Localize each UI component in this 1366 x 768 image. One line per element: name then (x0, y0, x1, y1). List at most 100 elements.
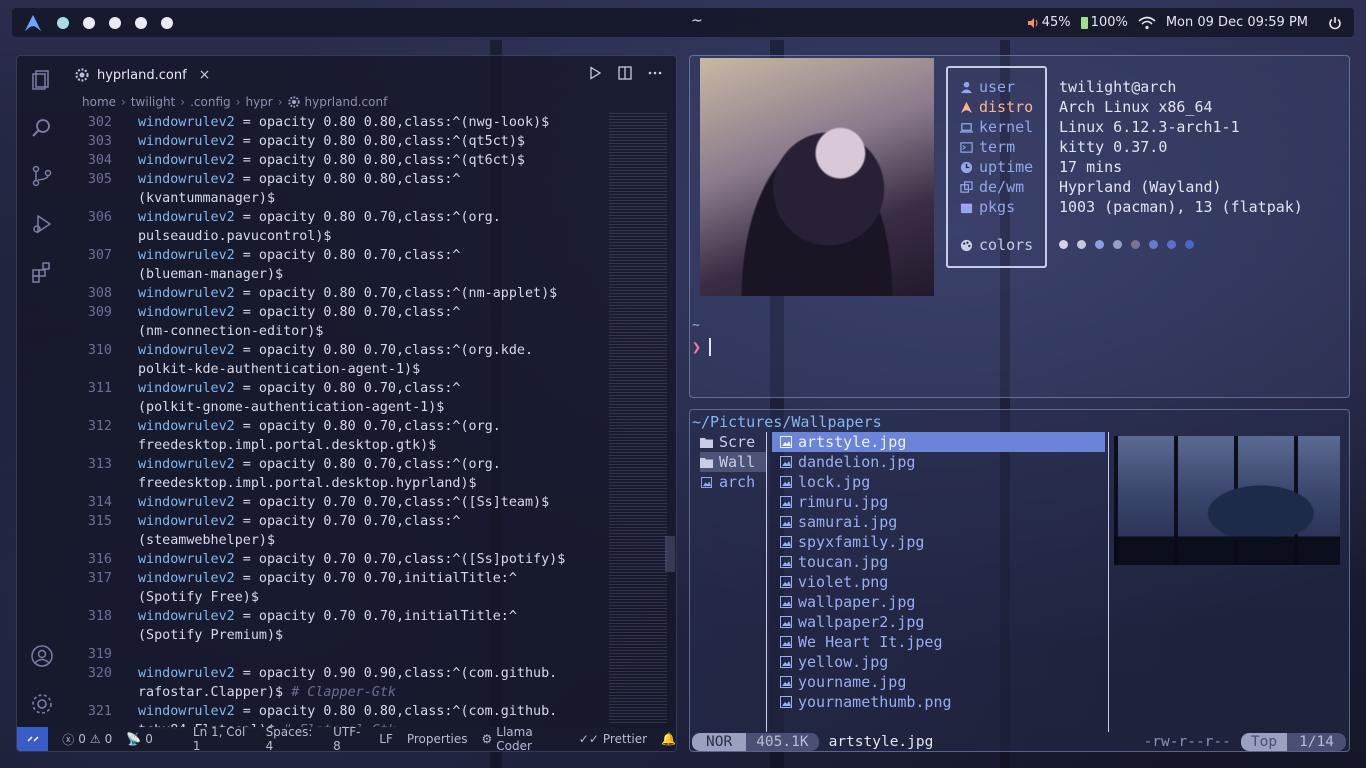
file-item[interactable]: samurai.jpg (772, 512, 1105, 532)
llama-coder-status[interactable]: ⚙ Llama Coder (482, 725, 565, 751)
parent-dir-item[interactable]: Scre (700, 432, 766, 452)
fastfetch-terminal[interactable]: user twilight@arch distro Arch Linux x86_64… (689, 55, 1350, 398)
line-number: 307 (87, 248, 112, 263)
ports-indicator[interactable]: 📡 0 (126, 732, 153, 746)
parent-item-name: Scre (719, 433, 756, 451)
code-line[interactable]: 313 windowrulev2 = opacity 0.80 0.70,clas… (67, 455, 607, 474)
file-item[interactable]: yournamethumb.png (772, 692, 1105, 712)
code-line[interactable]: 302 windowrulev2 = opacity 0.80 0.80,clas… (67, 113, 607, 132)
code-line[interactable]: 310 windowrulev2 = opacity 0.80 0.70,clas… (67, 341, 607, 360)
code-line[interactable]: 314 windowrulev2 = opacity 0.70 0.70,clas… (67, 493, 607, 512)
tab-hyprland-conf[interactable]: hyprland.conf × (75, 64, 210, 86)
wifi-icon[interactable] (1138, 16, 1156, 30)
workspace-dot[interactable] (161, 16, 173, 29)
code-line[interactable]: pulseaudio.pavucontrol)$ (67, 227, 607, 246)
image-file-icon (780, 576, 792, 588)
code-line[interactable]: 318 windowrulev2 = opacity 0.70 0.70,init… (67, 607, 607, 626)
file-item[interactable]: violet.png (772, 572, 1105, 592)
workspace-dot[interactable] (57, 16, 69, 29)
fastfetch-label-kernel: kernel (960, 118, 1033, 136)
code-line[interactable]: (Spotify Premium)$ (67, 626, 607, 645)
file-item[interactable]: wallpaper2.jpg (772, 612, 1105, 632)
file-item[interactable]: dandelion.jpg (772, 452, 1105, 472)
settings-gear-icon[interactable] (30, 692, 54, 716)
workspace-dot[interactable] (135, 16, 147, 29)
code-line[interactable]: 303 windowrulev2 = opacity 0.80 0.80,clas… (67, 132, 607, 151)
notifications-bell-icon[interactable]: 🔔 (661, 732, 676, 746)
scrollbar-thumb[interactable] (665, 536, 675, 572)
breadcrumb-item[interactable]: twilight (131, 95, 175, 109)
code-line[interactable]: (steamwebhelper)$ (67, 531, 607, 550)
file-item[interactable]: toucan.jpg (772, 552, 1105, 572)
breadcrumb-item[interactable]: .config (190, 95, 231, 109)
code-line[interactable]: 306 windowrulev2 = opacity 0.80 0.70,clas… (67, 208, 607, 227)
code-line[interactable]: freedesktop.impl.portal.desktop.hyprland… (67, 474, 607, 493)
code-line[interactable]: rafostar.Clapper)$ # Clapper-Gtk (67, 683, 607, 702)
parent-dir-item[interactable]: arch (700, 472, 766, 492)
volume-widget[interactable]: 45% (1027, 15, 1071, 30)
clock[interactable]: Mon 09 Dec 09:59 PM (1166, 15, 1308, 30)
battery-widget[interactable]: 100% (1080, 15, 1128, 30)
parent-dir-item[interactable]: Wall (700, 452, 766, 472)
file-item[interactable]: yourname.jpg (772, 672, 1105, 692)
code-line[interactable]: 319 (67, 645, 607, 664)
line-text: windowrulev2 = opacity 0.70 0.70,class:^… (138, 552, 566, 567)
run-icon[interactable] (588, 66, 602, 80)
file-item[interactable]: rimuru.jpg (772, 492, 1105, 512)
cursor-position[interactable]: Ln 1, Col 1 (193, 725, 252, 751)
line-ending[interactable]: LF (379, 732, 393, 746)
language-mode[interactable]: Properties (407, 732, 468, 746)
remote-indicator[interactable] (17, 727, 49, 751)
power-icon[interactable] (1328, 16, 1342, 30)
code-line[interactable]: (polkit-gnome-authentication-agent-1)$ (67, 398, 607, 417)
code-line[interactable]: 304 windowrulev2 = opacity 0.80 0.80,clas… (67, 151, 607, 170)
code-line[interactable]: 317 windowrulev2 = opacity 0.70 0.70,init… (67, 569, 607, 588)
code-line[interactable]: 321 windowrulev2 = opacity 0.80 0.80,clas… (67, 702, 607, 721)
minimap[interactable] (609, 113, 667, 725)
breadcrumb-item[interactable]: home (82, 95, 116, 109)
file-item[interactable]: artstyle.jpg (772, 432, 1105, 452)
code-line[interactable]: 305 windowrulev2 = opacity 0.80 0.80,clas… (67, 170, 607, 189)
file-item[interactable]: wallpaper.jpg (772, 592, 1105, 612)
code-line[interactable]: 315 windowrulev2 = opacity 0.70 0.70,clas… (67, 512, 607, 531)
image-file-icon (780, 656, 792, 668)
account-icon[interactable] (30, 644, 54, 668)
code-line[interactable]: (kvantummanager)$ (67, 189, 607, 208)
indentation[interactable]: Spaces: 4 (266, 725, 320, 751)
workspace-dot[interactable] (109, 16, 121, 29)
explorer-icon[interactable] (30, 68, 54, 92)
file-item[interactable]: lock.jpg (772, 472, 1105, 492)
code-line[interactable]: 320 windowrulev2 = opacity 0.90 0.90,clas… (67, 664, 607, 683)
prettier-status[interactable]: ✓✓ Prettier (579, 732, 647, 746)
run-debug-icon[interactable] (30, 212, 54, 236)
code-line[interactable]: (nm-connection-editor)$ (67, 322, 607, 341)
yazi-file-manager[interactable]: ~/Pictures/Wallpapers Scre Wall arch artst… (689, 409, 1350, 752)
search-icon[interactable] (30, 116, 54, 140)
text-cursor[interactable] (709, 338, 711, 356)
file-item[interactable]: We Heart It.jpeg (772, 632, 1105, 652)
code-editor[interactable]: 302 windowrulev2 = opacity 0.80 0.80,clas… (67, 113, 607, 729)
encoding[interactable]: UTF-8 (333, 725, 365, 751)
split-editor-icon[interactable] (618, 66, 632, 80)
code-line[interactable]: 311 windowrulev2 = opacity 0.80 0.70,clas… (67, 379, 607, 398)
code-line[interactable]: polkit-kde-authentication-agent-1)$ (67, 360, 607, 379)
code-line[interactable]: 309 windowrulev2 = opacity 0.80 0.70,clas… (67, 303, 607, 322)
code-line[interactable]: freedesktop.impl.portal.desktop.gtk)$ (67, 436, 607, 455)
code-line[interactable]: (Spotify Free)$ (67, 588, 607, 607)
code-line[interactable]: 316 windowrulev2 = opacity 0.70 0.70,clas… (67, 550, 607, 569)
breadcrumb-item[interactable]: hypr (245, 95, 272, 109)
problems-indicator[interactable]: ⓧ 0 ⚠ 0 (62, 731, 112, 748)
file-item[interactable]: yellow.jpg (772, 652, 1105, 672)
breadcrumb-item[interactable]: hyprland.conf (305, 95, 388, 109)
code-line[interactable]: 307 windowrulev2 = opacity 0.80 0.70,clas… (67, 246, 607, 265)
source-control-icon[interactable] (30, 164, 54, 188)
code-line[interactable]: 308 windowrulev2 = opacity 0.80 0.70,clas… (67, 284, 607, 303)
close-icon[interactable]: × (199, 67, 211, 83)
workspace-dot[interactable] (83, 16, 95, 29)
code-line[interactable]: 312 windowrulev2 = opacity 0.80 0.70,clas… (67, 417, 607, 436)
file-item[interactable]: spyxfamily.jpg (772, 532, 1105, 552)
code-line[interactable]: (blueman-manager)$ (67, 265, 607, 284)
more-actions-icon[interactable] (648, 66, 662, 80)
extensions-icon[interactable] (30, 260, 54, 284)
arch-logo-icon[interactable] (24, 14, 42, 32)
